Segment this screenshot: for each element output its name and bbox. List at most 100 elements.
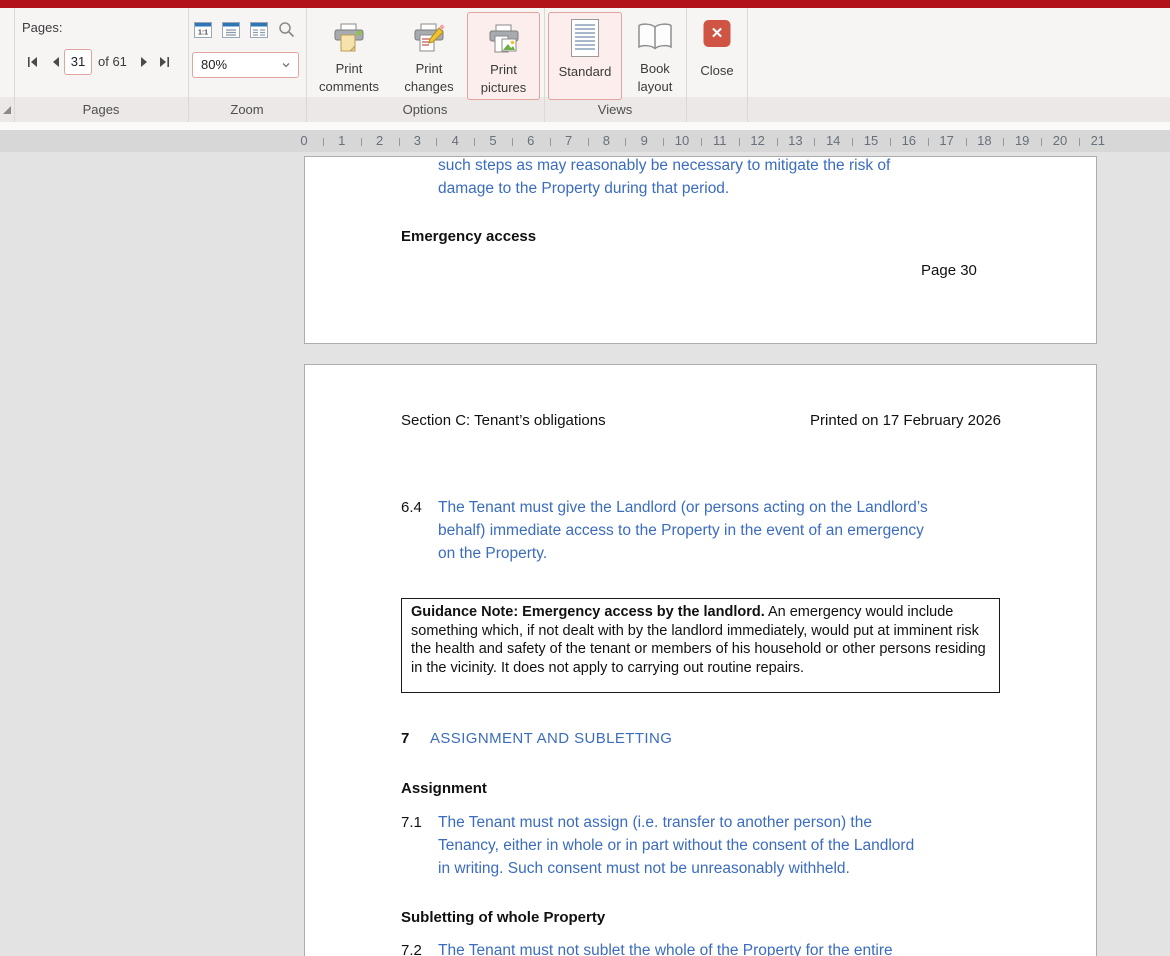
ruler-tick — [399, 138, 400, 146]
options-group-label: Options — [306, 100, 544, 122]
ruler-number: 8 — [603, 133, 610, 148]
ruler-number: 7 — [565, 133, 572, 148]
ruler-number: 6 — [527, 133, 534, 148]
ruler-number: 17 — [939, 133, 953, 148]
section-7-number: 7 — [401, 730, 409, 747]
standard-view-label: Standard — [549, 63, 621, 81]
print-changes-label-line1: Print — [390, 60, 468, 78]
page-total-label: of 61 — [98, 54, 127, 69]
close-preview-button[interactable]: ✕ Close — [688, 12, 746, 100]
ruler-tick — [777, 138, 778, 146]
ruler-tick — [890, 138, 891, 146]
print-pictures-label-line1: Print — [468, 61, 539, 79]
clause-72-text: The Tenant must not sublet the whole of … — [438, 939, 1008, 956]
next-page-button[interactable] — [137, 55, 151, 69]
zoom-percent-value: 80% — [201, 57, 227, 72]
print-preview-ribbon: Pages: 31 of 61 Pages 1:1 — [0, 8, 1170, 122]
print-changes-label-line2: changes — [390, 78, 468, 96]
ruler-number: 16 — [902, 133, 916, 148]
ruler-number: 5 — [489, 133, 496, 148]
ruler-tick — [474, 138, 475, 146]
last-page-button[interactable] — [157, 55, 171, 69]
emergency-access-heading: Emergency access — [401, 228, 536, 245]
book-layout-icon — [636, 22, 674, 52]
ruler-number: 3 — [414, 133, 421, 148]
ruler-tick — [814, 138, 815, 146]
print-pictures-button[interactable]: Print pictures — [467, 12, 540, 100]
clause-paragraph: such steps as may reasonably be necessar… — [438, 156, 1008, 200]
ruler-number: 11 — [713, 133, 727, 148]
group-divider — [686, 8, 687, 122]
clause-71-number: 7.1 — [401, 814, 422, 831]
zoom-percent-combobox[interactable]: 80% — [192, 52, 299, 78]
ruler-number: 14 — [826, 133, 840, 148]
book-layout-button[interactable]: Book layout — [624, 12, 686, 100]
fit-page-icon[interactable] — [222, 22, 240, 38]
print-changes-icon — [411, 22, 447, 56]
ruler-tick — [550, 138, 551, 146]
print-comments-button[interactable]: Print comments — [310, 12, 388, 100]
ruler-tick — [1041, 138, 1042, 146]
views-group-label: Views — [544, 100, 686, 122]
ruler-number: 9 — [641, 133, 648, 148]
ruler-number: 1 — [338, 133, 345, 148]
ribbon-bottom-strip — [0, 122, 1170, 130]
title-bar — [0, 0, 1170, 8]
ruler-number: 18 — [977, 133, 991, 148]
guidance-note-title: Guidance Note: Emergency access by the l… — [411, 604, 765, 620]
print-comments-icon — [331, 22, 367, 56]
standard-view-button[interactable]: Standard — [548, 12, 622, 100]
close-label: Close — [688, 62, 746, 80]
resize-grip-icon — [3, 106, 11, 114]
ruler-number: 20 — [1053, 133, 1067, 148]
ruler-tick — [966, 138, 967, 146]
ruler: 0123456789101112131415161718192021 — [0, 130, 1170, 152]
section-7-title: ASSIGNMENT AND SUBLETTING — [430, 730, 672, 747]
print-changes-button[interactable]: Print changes — [390, 12, 468, 100]
ruler-number: 12 — [750, 133, 764, 148]
standard-view-icon — [571, 19, 599, 57]
ruler-number: 15 — [864, 133, 878, 148]
previous-page-button[interactable] — [49, 55, 63, 69]
assignment-heading: Assignment — [401, 780, 487, 797]
ruler-number: 13 — [788, 133, 802, 148]
svg-text:1:1: 1:1 — [198, 30, 208, 37]
book-layout-label-line1: Book — [624, 60, 686, 78]
preview-page-31[interactable]: Section C: Tenant’s obligations Printed … — [304, 364, 1097, 956]
ruler-tick — [928, 138, 929, 146]
ruler-tick — [361, 138, 362, 146]
current-page-input[interactable]: 31 — [64, 49, 92, 75]
group-divider — [747, 8, 748, 122]
page-number-text: Page 30 — [921, 262, 977, 279]
clause-72-number: 7.2 — [401, 942, 422, 956]
guidance-note-box: Guidance Note: Emergency access by the l… — [401, 598, 1000, 693]
page-header-right: Printed on 17 February 2026 — [810, 412, 1001, 429]
ruler-tick — [588, 138, 589, 146]
ruler-number: 2 — [376, 133, 383, 148]
ruler-number: 21 — [1091, 133, 1105, 148]
ruler-tick — [1003, 138, 1004, 146]
ruler-tick — [739, 138, 740, 146]
magnifier-icon[interactable] — [278, 21, 295, 38]
preview-canvas: such steps as may reasonably be necessar… — [0, 152, 1170, 956]
chevron-down-icon — [282, 61, 290, 69]
fit-two-pages-icon[interactable] — [250, 22, 268, 38]
ruler-tick — [701, 138, 702, 146]
ruler-tick — [852, 138, 853, 146]
print-pictures-icon — [486, 23, 522, 57]
first-page-button[interactable] — [26, 55, 40, 69]
pages-group-label: Pages — [14, 100, 188, 122]
clause-71-text: The Tenant must not assign (i.e. transfe… — [438, 811, 1008, 880]
book-layout-label-line2: layout — [624, 78, 686, 96]
zoom-group-label: Zoom — [188, 100, 306, 122]
ruler-tick — [625, 138, 626, 146]
print-comments-label-line2: comments — [310, 78, 388, 96]
ruler-number: 10 — [675, 133, 689, 148]
close-icon: ✕ — [704, 20, 731, 47]
ruler-tick — [1079, 138, 1080, 146]
ruler-number: 4 — [452, 133, 459, 148]
one-to-one-zoom-icon[interactable]: 1:1 — [194, 22, 212, 38]
preview-page-30[interactable]: such steps as may reasonably be necessar… — [304, 156, 1097, 344]
ruler-number: 0 — [300, 133, 307, 148]
ruler-number: 19 — [1015, 133, 1029, 148]
